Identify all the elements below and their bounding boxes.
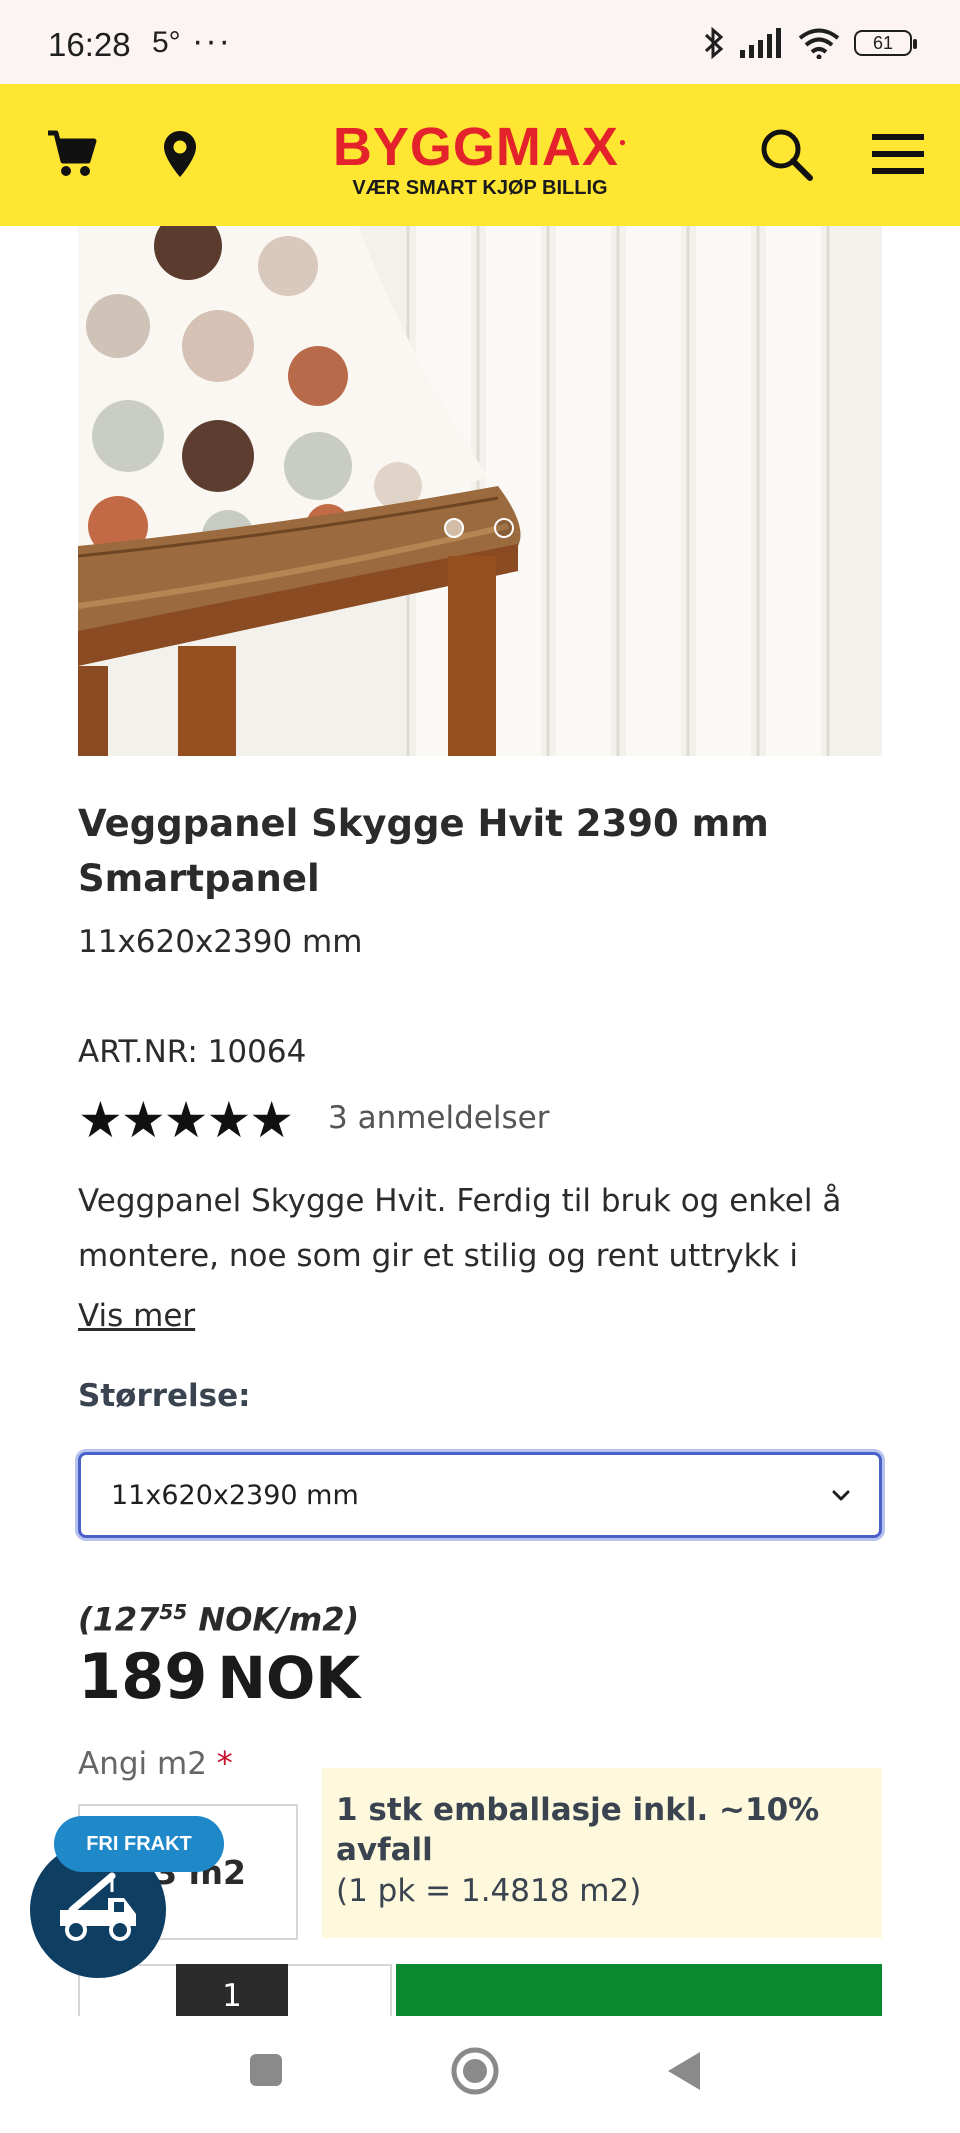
bluetooth-icon <box>704 26 724 60</box>
battery-level: 61 <box>872 32 894 53</box>
menu-button[interactable] <box>862 114 934 194</box>
status-more-icon: ··· <box>192 22 232 60</box>
product-image <box>78 226 882 756</box>
product-dimensions: 11x620x2390 mm <box>78 924 363 960</box>
article-number: ART.NR: 10064 <box>78 1034 307 1070</box>
add-to-cart-button[interactable] <box>396 1964 882 2016</box>
wifi-icon <box>798 28 840 59</box>
back-button[interactable] <box>664 2050 704 2092</box>
product-image-gallery[interactable] <box>78 226 882 756</box>
package-info-line1: 1 stk emballasje inkl. ~10% avfall <box>336 1792 820 1868</box>
home-button[interactable] <box>450 2046 500 2096</box>
reviews-link[interactable]: 3 anmeldelser <box>328 1100 549 1136</box>
chevron-down-icon <box>832 1490 850 1501</box>
product-price: 189 NOK <box>78 1640 360 1713</box>
status-bar: 16:28 5° ··· 61 <box>0 0 960 84</box>
package-info-box: 1 stk emballasje inkl. ~10% avfall (1 pk… <box>322 1768 882 1938</box>
product-title: Veggpanel Skygge Hvit 2390 mm Smartpanel <box>78 802 769 900</box>
gallery-dot-2[interactable] <box>494 518 514 538</box>
rating-stars[interactable]: ★★★★★ <box>78 1092 294 1148</box>
quantity-count[interactable]: 1 <box>176 1964 288 2016</box>
show-more-link[interactable]: Vis mer <box>78 1298 195 1334</box>
cart-icon <box>48 130 97 176</box>
hamburger-menu-icon <box>872 134 924 174</box>
size-selected-value: 11x620x2390 mm <box>111 1479 359 1511</box>
brand-name: BYGGMAX● <box>332 117 628 177</box>
cart-button[interactable] <box>36 114 108 194</box>
required-marker: * <box>216 1744 233 1782</box>
status-time: 16:28 <box>48 26 131 63</box>
free-shipping-badge[interactable]: FRI FRAKT <box>54 1816 224 1872</box>
product-description: Veggpanel Skygge Hvit. Ferdig til bruk o… <box>78 1183 842 1274</box>
system-nav-bar <box>0 2016 960 2133</box>
price-currency: NOK <box>217 1644 361 1712</box>
brand-tagline: VÆR SMART KJØP BILLIG <box>352 177 608 199</box>
search-icon <box>761 129 813 181</box>
crane-truck-icon <box>60 1872 136 1941</box>
unit-price: (12755 NOK/m2) <box>78 1600 360 1639</box>
quantity-label: Angi m2 * <box>78 1744 233 1782</box>
location-pin-icon <box>164 131 196 177</box>
size-label: Størrelse: <box>78 1378 251 1414</box>
package-info-line2: (1 pk = 1.4818 m2) <box>336 1873 642 1909</box>
store-locator-button[interactable] <box>144 114 216 194</box>
byggmax-logo[interactable]: BYGGMAX● VÆR SMART KJØP BILLIG <box>330 112 630 200</box>
recent-apps-button[interactable] <box>248 2052 284 2088</box>
gallery-dot-1[interactable] <box>444 518 464 538</box>
site-header: BYGGMAX● VÆR SMART KJØP BILLIG <box>0 84 960 226</box>
search-button[interactable] <box>750 114 822 194</box>
status-temperature: 5° <box>152 26 181 59</box>
size-select[interactable]: 11x620x2390 mm <box>78 1452 882 1538</box>
price-amount: 189 <box>78 1640 208 1713</box>
purchase-row: 1 <box>78 1964 882 2016</box>
signal-icon <box>740 28 781 58</box>
battery-icon: 61 <box>854 30 917 56</box>
